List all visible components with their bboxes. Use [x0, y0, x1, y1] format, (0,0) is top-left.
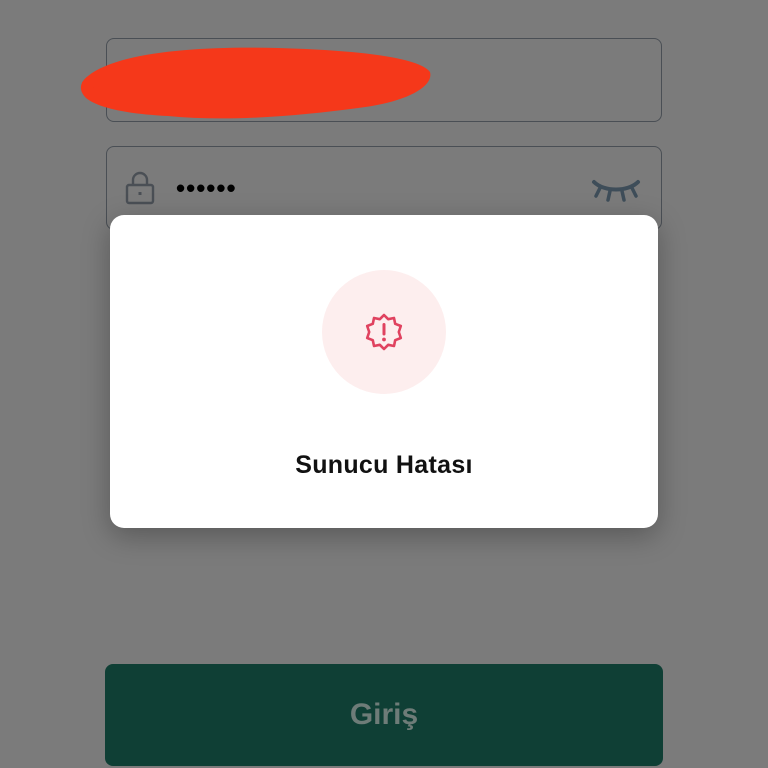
error-dialog: Sunucu Hatası: [110, 215, 658, 528]
error-badge: [322, 270, 446, 394]
lock-icon: [125, 171, 155, 205]
error-badge-icon: [365, 313, 403, 351]
dialog-title: Sunucu Hatası: [295, 451, 473, 479]
password-value[interactable]: ••••••: [176, 172, 237, 204]
redaction-scribble: [80, 47, 431, 119]
login-button[interactable]: Giriş: [105, 664, 663, 766]
login-button-label: Giriş: [349, 698, 419, 731]
eye-closed-icon[interactable]: [590, 174, 642, 208]
